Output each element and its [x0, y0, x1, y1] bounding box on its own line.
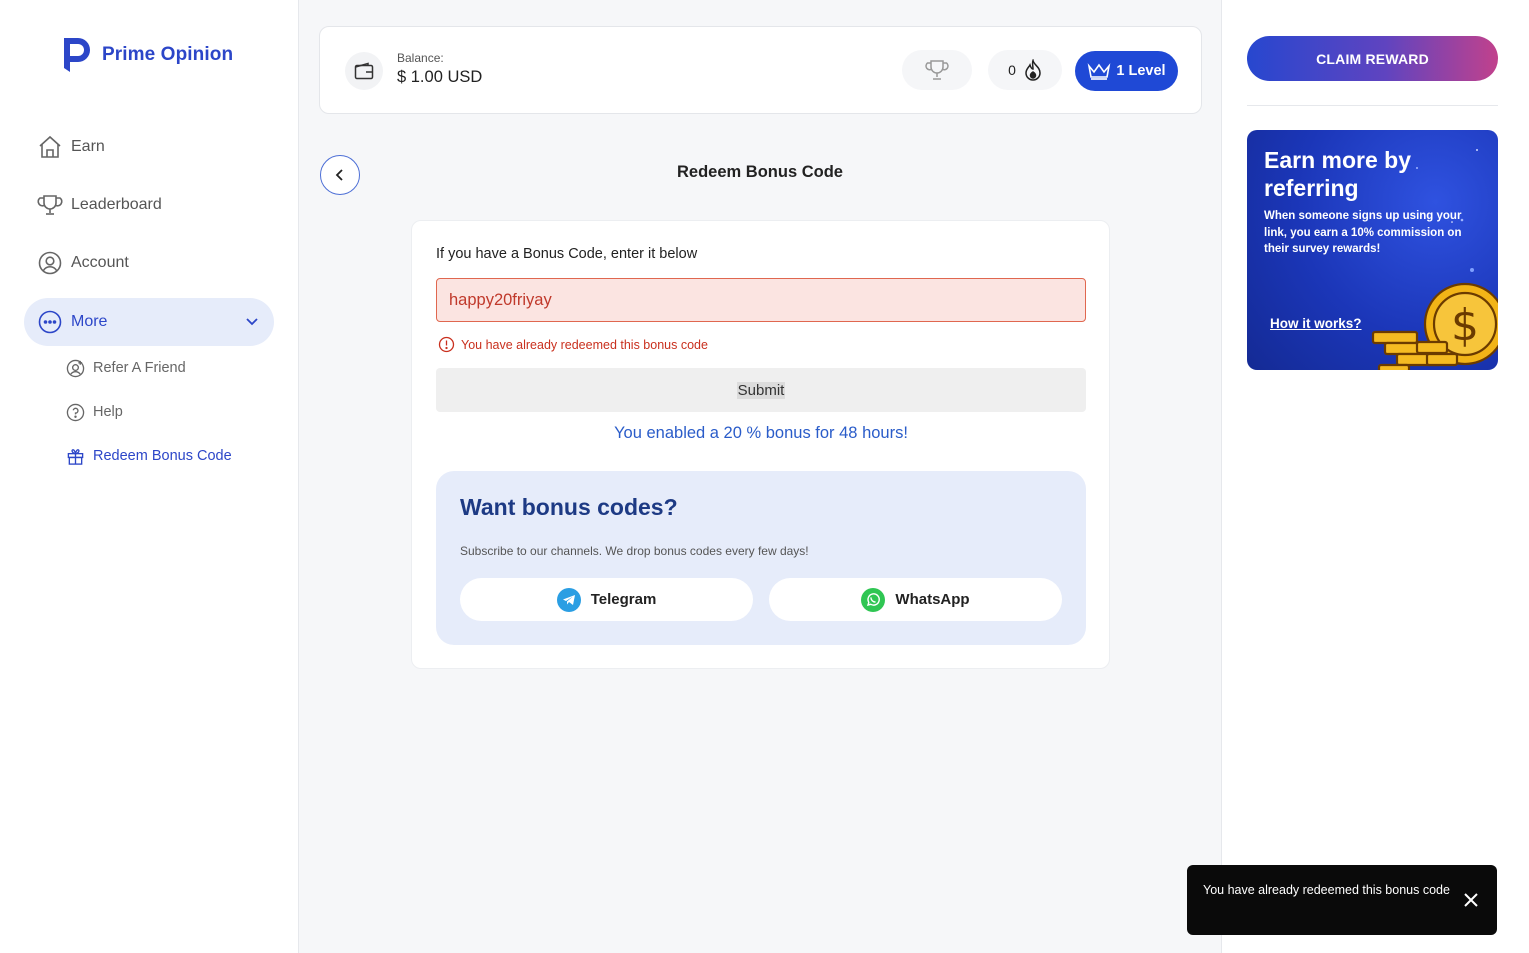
refer-friend-icon: [66, 359, 85, 377]
referral-title: Earn more by referring: [1264, 147, 1411, 202]
balance-value: $ 1.00 USD: [397, 68, 483, 86]
error-text: You have already redeemed this bonus cod…: [461, 337, 708, 352]
sidebar-item-label: Account: [71, 254, 129, 271]
level-label: 1 Level: [1116, 63, 1166, 79]
promo-subtitle: Subscribe to our channels. We drop bonus…: [460, 544, 809, 558]
gift-icon: [67, 448, 84, 465]
streak-pill[interactable]: 0: [988, 50, 1062, 90]
toast-message: You have already redeemed this bonus cod…: [1203, 883, 1450, 897]
trophy-icon: [925, 60, 949, 80]
wallet-icon: [345, 52, 383, 90]
more-circle-icon: [38, 310, 62, 334]
brand-logo[interactable]: Prime Opinion: [60, 36, 233, 74]
whatsapp-icon: [861, 587, 886, 612]
bonus-code-input[interactable]: [436, 278, 1086, 322]
referral-text: When someone signs up using your link, y…: [1264, 210, 1462, 256]
submit-label: Submit: [736, 381, 786, 399]
success-message: You enabled a 20 % bonus for 48 hours!: [614, 424, 908, 442]
svg-text:$: $: [1451, 300, 1479, 351]
right-panel: CLAIM REWARD Earn more by referring When…: [1221, 0, 1529, 953]
sidebar-item-more[interactable]: More: [24, 298, 274, 346]
whatsapp-label: WhatsApp: [895, 591, 970, 608]
sidebar-item-label: Leaderboard: [71, 196, 162, 213]
help-icon: [66, 403, 85, 421]
bonus-codes-promo: Want bonus codes? Subscribe to our chann…: [436, 471, 1086, 645]
leaderboard-pill[interactable]: [902, 50, 972, 90]
back-button[interactable]: [320, 155, 360, 195]
sidebar-item-account[interactable]: Account: [24, 239, 274, 287]
sidebar-item-label: More: [71, 313, 108, 330]
referral-card[interactable]: Earn more by referring When someone sign…: [1247, 130, 1498, 370]
telegram-button[interactable]: Telegram: [460, 578, 753, 621]
sidebar-item-label: Earn: [71, 138, 105, 155]
sidebar-subitem-refer-a-friend[interactable]: Refer A Friend: [66, 356, 186, 380]
trophy-icon: [37, 195, 63, 215]
toast-notification: You have already redeemed this bonus cod…: [1187, 865, 1497, 935]
error-message: You have already redeemed this bonus cod…: [438, 336, 708, 353]
close-icon[interactable]: [1461, 890, 1481, 910]
chevron-down-icon: [246, 318, 258, 326]
sidebar-subitem-label: Redeem Bonus Code: [93, 448, 232, 464]
sidebar-item-earn[interactable]: Earn: [24, 123, 274, 171]
whatsapp-button[interactable]: WhatsApp: [769, 578, 1062, 621]
telegram-label: Telegram: [590, 591, 657, 608]
sidebar-subitem-help[interactable]: Help: [66, 400, 123, 424]
gold-coins-illustration: $: [1371, 282, 1498, 370]
page-title: Redeem Bonus Code: [677, 163, 843, 181]
top-bar: Balance: $ 1.00 USD 0 1 Level: [319, 26, 1202, 114]
sidebar: Prime Opinion Earn Leaderboard Account M…: [0, 0, 299, 953]
crown-icon: [1088, 63, 1111, 80]
prime-opinion-logo-icon: [64, 38, 90, 72]
how-it-works-link[interactable]: How it works?: [1270, 316, 1362, 331]
balance-label: Balance:: [397, 51, 444, 65]
flame-icon: [1025, 59, 1041, 81]
submit-button[interactable]: Submit: [436, 368, 1086, 412]
streak-count: 0: [1008, 62, 1016, 78]
bonus-code-instruction: If you have a Bonus Code, enter it below: [436, 246, 698, 262]
alert-circle-icon: [438, 336, 455, 353]
promo-title: Want bonus codes?: [460, 494, 678, 520]
claim-reward-button[interactable]: CLAIM REWARD: [1247, 36, 1498, 81]
divider: [1247, 105, 1498, 106]
redeem-card: If you have a Bonus Code, enter it below…: [411, 220, 1110, 669]
home-icon: [39, 135, 61, 158]
chevron-left-icon: [335, 169, 343, 181]
sidebar-subitem-redeem-bonus-code[interactable]: Redeem Bonus Code: [66, 444, 232, 468]
sidebar-subitem-label: Refer A Friend: [93, 360, 186, 376]
level-button[interactable]: 1 Level: [1075, 51, 1178, 91]
user-circle-icon: [38, 251, 62, 275]
telegram-icon: [556, 587, 581, 612]
brand-name: Prime Opinion: [102, 44, 234, 65]
sidebar-item-leaderboard[interactable]: Leaderboard: [24, 181, 274, 229]
sidebar-subitem-label: Help: [93, 404, 123, 420]
